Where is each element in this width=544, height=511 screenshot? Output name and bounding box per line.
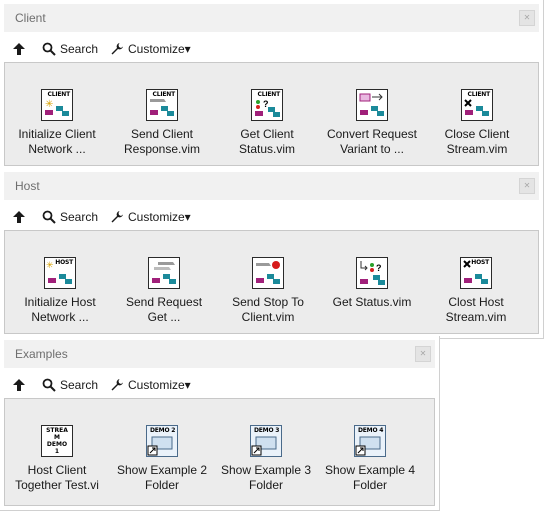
host-palette: Host ✕ Search Customize▾ HOST ✳ Initiali…	[0, 168, 544, 339]
customize-button[interactable]: Customize▾	[110, 204, 191, 230]
examples-palette: Examples ✕ Search Customize▾ STREAM DEMO…	[0, 336, 440, 511]
send-stop-to-client-icon	[252, 257, 284, 289]
svg-text:✳: ✳	[46, 260, 54, 270]
host-client-together-test-item[interactable]: STREAM DEMO 1 Host Client Together Test.v…	[5, 425, 109, 499]
customize-button[interactable]: Customize▾	[110, 372, 191, 398]
up-arrow-icon	[13, 211, 25, 223]
initialize-host-network-item[interactable]: HOST ✳ Initialize Host Network ...	[8, 257, 112, 331]
wrench-icon	[111, 211, 123, 223]
close-host-stream-icon: HOST	[460, 257, 492, 289]
get-status-icon: ?	[356, 257, 388, 289]
close-icon[interactable]: ✕	[519, 178, 535, 194]
initialize-client-network-item[interactable]: CLIENT ✳ Initialize Client Network ...	[5, 89, 109, 163]
up-button[interactable]	[12, 36, 26, 62]
palette-titlebar[interactable]: Examples ✕	[4, 340, 435, 368]
close-icon[interactable]: ✕	[519, 10, 535, 26]
close-host-stream-item[interactable]: HOST Clost Host Stream.vim	[424, 257, 528, 331]
close-client-stream-item[interactable]: CLIENT Close Client Stream.vim	[425, 89, 529, 163]
search-icon	[42, 378, 56, 392]
customize-label: Customize▾	[128, 378, 191, 392]
get-client-status-item[interactable]: CLIENT ? Get Client Status.vim	[215, 89, 319, 163]
initialize-host-icon: HOST ✳	[44, 257, 76, 289]
svg-text:?: ?	[376, 263, 382, 273]
palette-toolbar: Search Customize▾	[4, 372, 435, 398]
convert-request-variant-item[interactable]: Convert Request Variant to ...	[320, 89, 424, 163]
palette-content: HOST ✳ Initialize Host Network ... Send R…	[4, 230, 539, 334]
show-example-3-folder-item[interactable]: DEMO 3 Show Example 3 Folder	[214, 425, 318, 499]
customize-label: Customize▾	[128, 210, 191, 224]
send-client-response-item[interactable]: CLIENT Send Client Response.vim	[110, 89, 214, 163]
get-client-status-icon: CLIENT ?	[251, 89, 283, 121]
customize-label: Customize▾	[128, 42, 191, 56]
search-label: Search	[60, 210, 99, 224]
search-button[interactable]: Search	[42, 36, 98, 62]
svg-text:?: ?	[263, 99, 269, 109]
show-example-4-folder-item[interactable]: DEMO 4 Show Example 4 Folder	[318, 425, 422, 499]
up-arrow-icon	[13, 379, 25, 391]
convert-request-variant-icon	[356, 89, 388, 121]
demo-2-icon: DEMO 2	[146, 425, 178, 457]
up-button[interactable]	[12, 204, 26, 230]
palette-content: STREAM DEMO 1 Host Client Together Test.v…	[4, 398, 435, 506]
palette-title: Client	[15, 11, 46, 25]
send-stop-to-client-item[interactable]: Send Stop To Client.vim	[216, 257, 320, 331]
up-button[interactable]	[12, 372, 26, 398]
send-request-get-item[interactable]: Send Request Get ...	[112, 257, 216, 331]
initialize-client-icon: CLIENT ✳	[41, 89, 73, 121]
demo-3-icon: DEMO 3	[250, 425, 282, 457]
search-button[interactable]: Search	[42, 372, 98, 398]
send-client-response-icon: CLIENT	[146, 89, 178, 121]
up-arrow-icon	[13, 43, 25, 55]
search-label: Search	[60, 378, 99, 392]
close-client-stream-icon: CLIENT	[461, 89, 493, 121]
search-button[interactable]: Search	[42, 204, 98, 230]
palette-titlebar[interactable]: Client ✕	[4, 4, 539, 32]
palette-titlebar[interactable]: Host ✕	[4, 172, 539, 200]
get-status-item[interactable]: ? Get Status.vim	[320, 257, 424, 331]
wrench-icon	[111, 43, 123, 55]
palette-title: Examples	[15, 347, 68, 361]
send-request-get-icon	[148, 257, 180, 289]
customize-button[interactable]: Customize▾	[110, 36, 191, 62]
palette-toolbar: Search Customize▾	[4, 36, 539, 62]
svg-text:✳: ✳	[45, 99, 53, 110]
palette-toolbar: Search Customize▾	[4, 204, 539, 230]
show-example-2-folder-item[interactable]: DEMO 2 Show Example 2 Folder	[110, 425, 214, 499]
search-icon	[42, 42, 56, 56]
wrench-icon	[111, 379, 123, 391]
close-icon[interactable]: ✕	[415, 346, 431, 362]
search-label: Search	[60, 42, 99, 56]
demo-4-icon: DEMO 4	[354, 425, 386, 457]
palette-content: CLIENT ✳ Initialize Client Network ... CL…	[4, 62, 539, 166]
search-icon	[42, 210, 56, 224]
palette-title: Host	[15, 179, 40, 193]
stream-demo-icon: STREAM DEMO 1	[41, 425, 73, 457]
client-palette: Client ✕ Search Customize▾ CLIENT ✳ Init…	[0, 0, 544, 171]
